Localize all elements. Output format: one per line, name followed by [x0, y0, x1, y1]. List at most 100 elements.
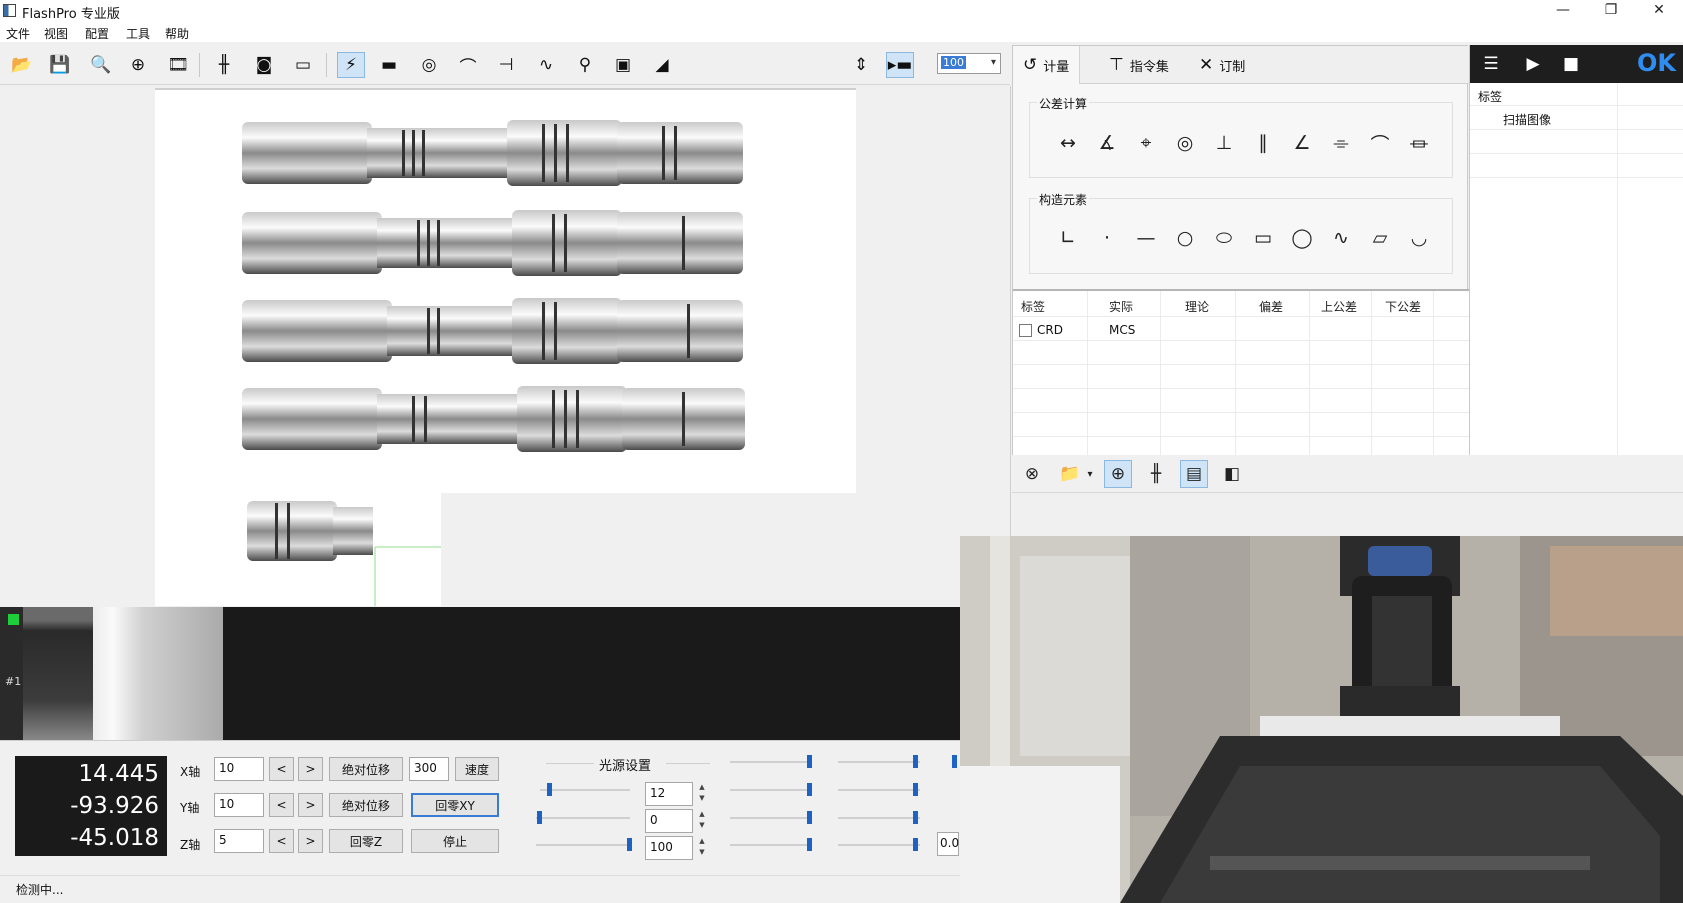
camera-live-view[interactable]	[23, 607, 223, 740]
play-icon[interactable]: ▶	[1520, 51, 1546, 77]
sliders-icon[interactable]: ╫	[210, 52, 238, 78]
light-slider-6[interactable]	[730, 817, 812, 819]
light-value-3[interactable]: 100	[645, 836, 693, 860]
menu-help[interactable]: 帮助	[165, 25, 189, 42]
light-slider-5[interactable]	[730, 789, 812, 791]
angularity-icon[interactable]: ∠	[1287, 128, 1317, 158]
z-prev-button[interactable]: <	[269, 829, 294, 853]
light-1-spin[interactable]: ▲ ▼	[696, 782, 708, 806]
light-slider-1-thumb[interactable]	[547, 783, 552, 796]
light-slider-4-thumb[interactable]	[807, 755, 812, 768]
light-slider-10[interactable]	[838, 817, 920, 819]
light-slider-11[interactable]	[838, 844, 920, 846]
light-value-1[interactable]: 12	[645, 782, 693, 806]
home-xy-button[interactable]: 回零XY	[411, 793, 499, 817]
y-abs-move-button[interactable]: 绝对位移	[329, 793, 403, 817]
open-folder-icon[interactable]: 📂	[8, 52, 36, 78]
light-extra-value[interactable]: 0.0	[937, 832, 959, 856]
stop-button[interactable]: 停止	[411, 829, 499, 853]
report-icon[interactable]: ▤	[1180, 460, 1208, 488]
minimize-button[interactable]: —	[1540, 0, 1586, 22]
light-slider-5-thumb[interactable]	[807, 783, 812, 796]
coordinate-system-icon[interactable]: ∟	[1053, 223, 1083, 253]
arrow-bar-icon[interactable]: ▸▬	[886, 52, 914, 78]
row-checkbox[interactable]	[1019, 324, 1032, 337]
surface-icon[interactable]: ◡	[1404, 223, 1434, 253]
light-2-spin[interactable]: ▲ ▼	[696, 809, 708, 833]
distance-icon[interactable]: ↔	[1053, 128, 1083, 158]
menu-view[interactable]: 视图	[44, 25, 68, 42]
light-slider-10-thumb[interactable]	[913, 811, 918, 824]
lightning-icon[interactable]: ⚡	[337, 52, 365, 78]
export-icon[interactable]: ◧	[1218, 460, 1246, 488]
light-slider-3-thumb[interactable]	[627, 838, 632, 851]
tab-measure[interactable]: ↺ 计量	[1013, 46, 1081, 84]
light-slider-7-thumb[interactable]	[807, 838, 812, 851]
menu-tools[interactable]: 工具	[126, 25, 150, 42]
curve-tool-icon[interactable]: ∿	[532, 52, 560, 78]
profile-icon[interactable]: ⌒	[1365, 128, 1395, 158]
x-next-button[interactable]: >	[298, 757, 323, 781]
circle-icon[interactable]: ○	[1170, 223, 1200, 253]
x-abs-move-button[interactable]: 绝对位移	[329, 757, 403, 781]
menu-file[interactable]: 文件	[6, 25, 30, 42]
concentric-icon[interactable]: ◎	[1170, 128, 1200, 158]
ok-button[interactable]: OK	[1637, 49, 1676, 77]
light-slider-2[interactable]	[536, 817, 630, 819]
light-slider-6-thumb[interactable]	[807, 811, 812, 824]
curve-icon[interactable]: ∿	[1326, 223, 1356, 253]
x-step-input[interactable]: 10	[214, 757, 264, 781]
slot-tool-icon[interactable]: ▣	[609, 52, 637, 78]
circle-tool-icon[interactable]: ◎	[415, 52, 443, 78]
position-icon[interactable]: ⌖	[1131, 128, 1161, 158]
y-step-input[interactable]: 10	[214, 793, 264, 817]
point-icon[interactable]: ·	[1092, 223, 1122, 253]
hatch-tool-icon[interactable]: ◢	[648, 52, 676, 78]
stop-icon[interactable]: ■	[1558, 51, 1584, 77]
angle-icon[interactable]: ∡	[1092, 128, 1122, 158]
zoom-100-icon[interactable]: 🔍	[87, 52, 115, 78]
zoom-select[interactable]: 100 ▾	[937, 53, 1001, 74]
light-value-2[interactable]: 0	[645, 809, 693, 833]
rect-select-icon[interactable]: ▭	[289, 52, 317, 78]
menu-config[interactable]: 配置	[85, 25, 109, 42]
light-slider-9[interactable]	[838, 789, 920, 791]
tab-custom[interactable]: ✕ 订制	[1189, 46, 1255, 84]
restore-button[interactable]: ❐	[1588, 0, 1634, 22]
plane-icon[interactable]: ▱	[1365, 223, 1395, 253]
settings-sliders-icon[interactable]: ╫	[1142, 460, 1170, 488]
list-icon[interactable]: ☰	[1478, 51, 1504, 77]
film-icon[interactable]: 🎞	[164, 52, 192, 78]
line-icon[interactable]: —	[1131, 223, 1161, 253]
light-3-spin[interactable]: ▲ ▼	[696, 836, 708, 860]
zoom-fit-icon[interactable]: ⊕	[124, 52, 152, 78]
program-item[interactable]: 扫描图像	[1503, 111, 1551, 128]
light-slider-9-thumb[interactable]	[913, 783, 918, 796]
z-step-input[interactable]: 5	[214, 829, 264, 853]
symmetry-icon[interactable]: ⌯	[1326, 128, 1356, 158]
tab-instructions[interactable]: ⊤ 指令集	[1099, 46, 1179, 84]
point-tool-icon[interactable]: ⊣	[492, 52, 520, 78]
speed-button[interactable]: 速度	[455, 757, 499, 781]
flatness-icon[interactable]: ⏛	[1404, 128, 1434, 158]
light-slider-12-thumb[interactable]	[952, 755, 957, 768]
y-prev-button[interactable]: <	[269, 793, 294, 817]
clear-icon[interactable]: ⊗	[1018, 460, 1046, 488]
light-slider-2-thumb[interactable]	[537, 811, 542, 824]
align-icon[interactable]: ⇕	[847, 52, 875, 78]
zoom-results-icon[interactable]: ⊕	[1104, 460, 1132, 488]
home-z-button[interactable]: 回零Z	[329, 829, 403, 853]
speed-input[interactable]: 300	[409, 757, 449, 781]
chevron-down-icon[interactable]: ▾	[1082, 460, 1098, 488]
parallel-icon[interactable]: ∥	[1248, 128, 1278, 158]
light-slider-8-thumb[interactable]	[913, 755, 918, 768]
ring-icon[interactable]: ◯	[1287, 223, 1317, 253]
light-slider-11-thumb[interactable]	[913, 838, 918, 851]
line-tool-icon[interactable]: ▬	[375, 52, 403, 78]
probe-tool-icon[interactable]: ⚲	[571, 52, 599, 78]
x-prev-button[interactable]: <	[269, 757, 294, 781]
frame-circle-icon[interactable]: ◙	[250, 52, 278, 78]
save-icon[interactable]: 💾	[46, 52, 74, 78]
arc-tool-icon[interactable]: ⌒	[454, 52, 482, 78]
z-next-button[interactable]: >	[298, 829, 323, 853]
